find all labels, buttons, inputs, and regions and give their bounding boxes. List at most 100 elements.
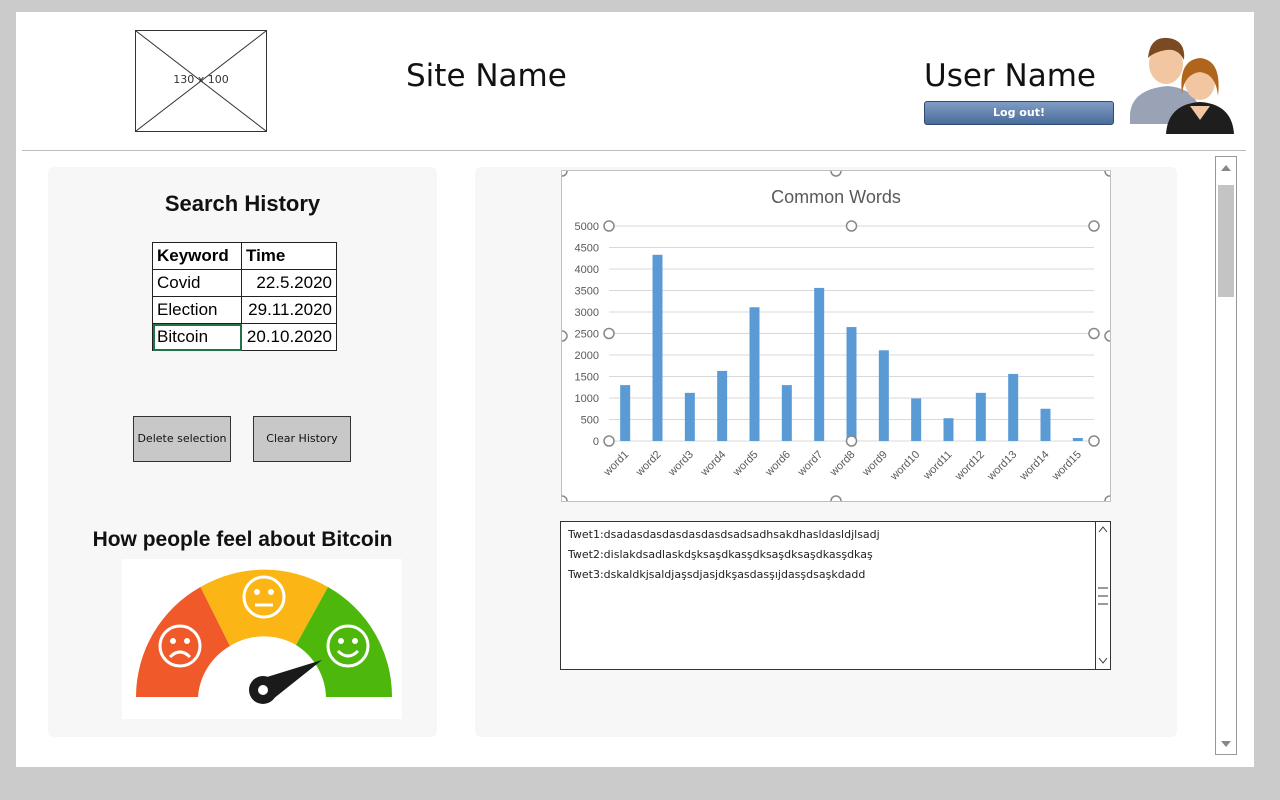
bar-word13[interactable]: [1008, 373, 1019, 441]
bar-word10[interactable]: [911, 398, 922, 441]
keyword-cell[interactable]: Covid: [152, 269, 242, 297]
chart-area-handle[interactable]: [562, 330, 568, 342]
bar-word14[interactable]: [1040, 408, 1051, 441]
keyword-cell-selected[interactable]: Bitcoin: [152, 323, 242, 351]
tweet-line: Twet3:dskaldkjsaldjaşsdjasjdkşasdasşıjda…: [568, 568, 866, 581]
x-tick-label: word5: [730, 449, 760, 479]
plot-area-handle[interactable]: [603, 327, 615, 340]
table-row[interactable]: Election 29.11.2020: [152, 296, 337, 324]
logout-button[interactable]: Log out!: [924, 101, 1114, 125]
bar-word5[interactable]: [749, 307, 760, 441]
logo-placeholder: 130 x 100: [135, 30, 267, 132]
y-tick-label: 0: [593, 436, 599, 448]
chart-area-handle[interactable]: [830, 495, 842, 501]
page-frame: 130 x 100 Site Name User Name Log out! S…: [16, 12, 1254, 767]
left-panel: Search History Keyword Time Covid 22.5.2…: [48, 167, 437, 737]
x-tick-label: word3: [666, 449, 696, 479]
y-tick-label: 3500: [575, 286, 599, 298]
table-row[interactable]: Covid 22.5.2020: [152, 269, 337, 297]
user-name: User Name: [924, 58, 1096, 94]
x-tick-label: word6: [763, 449, 793, 479]
x-tick-label: word11: [920, 449, 954, 483]
keyword-cell[interactable]: Election: [152, 296, 242, 324]
y-tick-label: 2000: [575, 350, 599, 362]
x-tick-label: word9: [860, 449, 890, 479]
gauge-needle: [249, 660, 322, 704]
time-cell[interactable]: 20.10.2020: [241, 323, 337, 351]
bar-word11[interactable]: [943, 418, 954, 441]
table-header-row: Keyword Time: [152, 242, 337, 270]
bar-word1[interactable]: [620, 385, 631, 441]
bar-word8[interactable]: [846, 327, 857, 441]
chart-title: Common Words: [771, 187, 901, 207]
x-tick-label: word2: [633, 449, 663, 479]
tweets-scrollbar[interactable]: [1095, 522, 1110, 669]
y-tick-label: 1500: [575, 372, 599, 384]
time-cell[interactable]: 22.5.2020: [241, 269, 337, 297]
page-scroll-down-icon[interactable]: [1221, 741, 1231, 747]
x-tick-label: word7: [795, 449, 825, 479]
plot-area-handle[interactable]: [845, 435, 858, 447]
chart-area-handle[interactable]: [830, 171, 842, 177]
bar-word7[interactable]: [814, 287, 825, 441]
y-tick-label: 5000: [575, 221, 599, 233]
plot-area-handle[interactable]: [1088, 327, 1100, 340]
scroll-up-icon[interactable]: [1098, 526, 1108, 533]
bar-word6[interactable]: [781, 385, 792, 441]
common-words-chart[interactable]: Common Words 0 500 1000 1500 2000 2500 3000 350…: [561, 170, 1111, 502]
x-tick-label: word1: [601, 449, 631, 479]
page-scrollbar[interactable]: [1215, 156, 1237, 755]
scroll-down-icon[interactable]: [1098, 657, 1108, 664]
y-tick-label: 500: [581, 415, 599, 427]
site-name: Site Name: [406, 58, 567, 94]
y-tick-label: 4500: [575, 243, 599, 255]
bar-word4[interactable]: [717, 370, 728, 441]
plot-area-handle[interactable]: [1088, 435, 1100, 447]
bar-word9[interactable]: [878, 350, 889, 441]
bar-word15[interactable]: [1072, 437, 1083, 441]
table-row[interactable]: Bitcoin 20.10.2020: [152, 323, 337, 351]
y-tick-label: 3000: [575, 307, 599, 319]
bar-word3[interactable]: [684, 392, 695, 441]
x-tick-label: word8: [827, 449, 857, 479]
sentiment-gauge: [122, 559, 402, 719]
right-panel: Common Words 0 500 1000 1500 2000 2500 3000 350…: [475, 167, 1177, 737]
x-tick-label: word12: [952, 449, 987, 484]
search-history-title: Search History: [164, 191, 321, 216]
bar-word12[interactable]: [975, 392, 986, 441]
y-tick-label: 4000: [575, 264, 599, 276]
tweets-textarea[interactable]: Twet1:dsadasdasdasdasdasdsadsadhsakdhasl…: [560, 521, 1111, 670]
column-header-keyword: Keyword: [152, 242, 242, 270]
delete-selection-button[interactable]: Delete selection: [133, 416, 231, 462]
plot-area-handle[interactable]: [1088, 220, 1100, 232]
plot-area-handle[interactable]: [603, 220, 615, 232]
chart-area-handle[interactable]: [1104, 330, 1110, 342]
header-divider: [22, 150, 1246, 151]
plot-area-handle[interactable]: [603, 435, 615, 447]
x-tick-label: word14: [1017, 449, 1052, 484]
chart-area-handle[interactable]: [1104, 495, 1110, 501]
user-avatar-icon[interactable]: [1128, 34, 1238, 134]
x-tick-label: word10: [888, 449, 923, 484]
page-scroll-up-icon[interactable]: [1221, 165, 1231, 171]
plot-area-handle[interactable]: [845, 220, 858, 232]
y-tick-label: 1000: [575, 393, 599, 405]
bar-word2[interactable]: [652, 254, 663, 441]
search-history-table: Keyword Time Covid 22.5.2020 Election 29…: [152, 242, 337, 351]
sentiment-title: How people feel about Bitcoin: [92, 528, 393, 551]
x-tick-label: word15: [1049, 449, 1084, 484]
tweet-line: Twet1:dsadasdasdasdasdasdsadsadhsakdhasl…: [568, 528, 880, 541]
x-tick-label: word13: [985, 449, 1020, 484]
column-header-time: Time: [241, 242, 337, 270]
tweet-line: Twet2:dislakdsadlaskdşksaşdkasşdksaşdksa…: [568, 548, 873, 561]
time-cell[interactable]: 29.11.2020: [241, 296, 337, 324]
logo-placeholder-label: 130 x 100: [173, 73, 229, 86]
clear-history-button[interactable]: Clear History: [253, 416, 351, 462]
x-tick-label: word4: [698, 449, 728, 479]
chart-area-handle[interactable]: [562, 171, 568, 177]
y-tick-label: 2500: [575, 329, 599, 341]
page-scroll-thumb[interactable]: [1218, 185, 1234, 297]
chart-area-handle[interactable]: [1104, 171, 1110, 177]
chart-area-handle[interactable]: [562, 495, 568, 501]
chart-selection-handles[interactable]: [562, 171, 1110, 501]
